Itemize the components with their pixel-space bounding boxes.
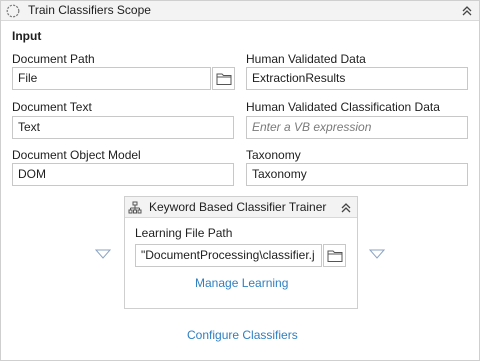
triangle-down-icon[interactable] (95, 249, 111, 259)
folder-icon (216, 73, 232, 85)
human-validated-data-field[interactable]: ExtractionResults (246, 67, 468, 90)
trainer-header[interactable]: Keyword Based Classifier Trainer (125, 197, 357, 218)
human-validated-data-label: Human Validated Data (246, 52, 366, 66)
section-title-input: Input (12, 29, 42, 43)
learning-file-path-field[interactable]: "DocumentProcessing\classifier.j (135, 244, 322, 267)
document-path-label: Document Path (12, 52, 95, 66)
human-validated-classification-data-field[interactable]: Enter a VB expression (246, 116, 468, 139)
activity-header[interactable]: Train Classifiers Scope (1, 1, 479, 21)
manage-learning-link[interactable]: Manage Learning (195, 276, 288, 290)
human-validated-classification-data-label: Human Validated Classification Data (246, 100, 440, 114)
hierarchy-icon (128, 201, 142, 214)
configure-classifiers-link[interactable]: Configure Classifiers (187, 328, 298, 342)
double-chevron-up-icon[interactable] (338, 200, 354, 216)
document-object-model-field[interactable]: DOM (12, 163, 234, 186)
folder-icon (327, 250, 343, 262)
document-object-model-label: Document Object Model (12, 148, 141, 162)
double-chevron-up-icon[interactable] (459, 3, 475, 19)
train-classifiers-scope-activity[interactable]: Train Classifiers Scope Input Document P… (0, 0, 480, 361)
document-path-field[interactable]: File (12, 67, 211, 90)
scope-circle-icon (6, 4, 20, 18)
taxonomy-field[interactable]: Taxonomy (246, 163, 468, 186)
keyword-based-classifier-trainer-activity[interactable]: Keyword Based Classifier Trainer Learnin… (124, 196, 358, 309)
document-text-label: Document Text (12, 100, 92, 114)
triangle-down-icon[interactable] (369, 249, 385, 259)
learning-file-browse-button[interactable] (323, 244, 346, 267)
document-text-field[interactable]: Text (12, 116, 234, 139)
browse-button[interactable] (212, 67, 235, 90)
trainer-title: Keyword Based Classifier Trainer (149, 200, 327, 214)
learning-file-path-label: Learning File Path (135, 226, 233, 240)
activity-title: Train Classifiers Scope (28, 3, 151, 17)
taxonomy-label: Taxonomy (246, 148, 301, 162)
